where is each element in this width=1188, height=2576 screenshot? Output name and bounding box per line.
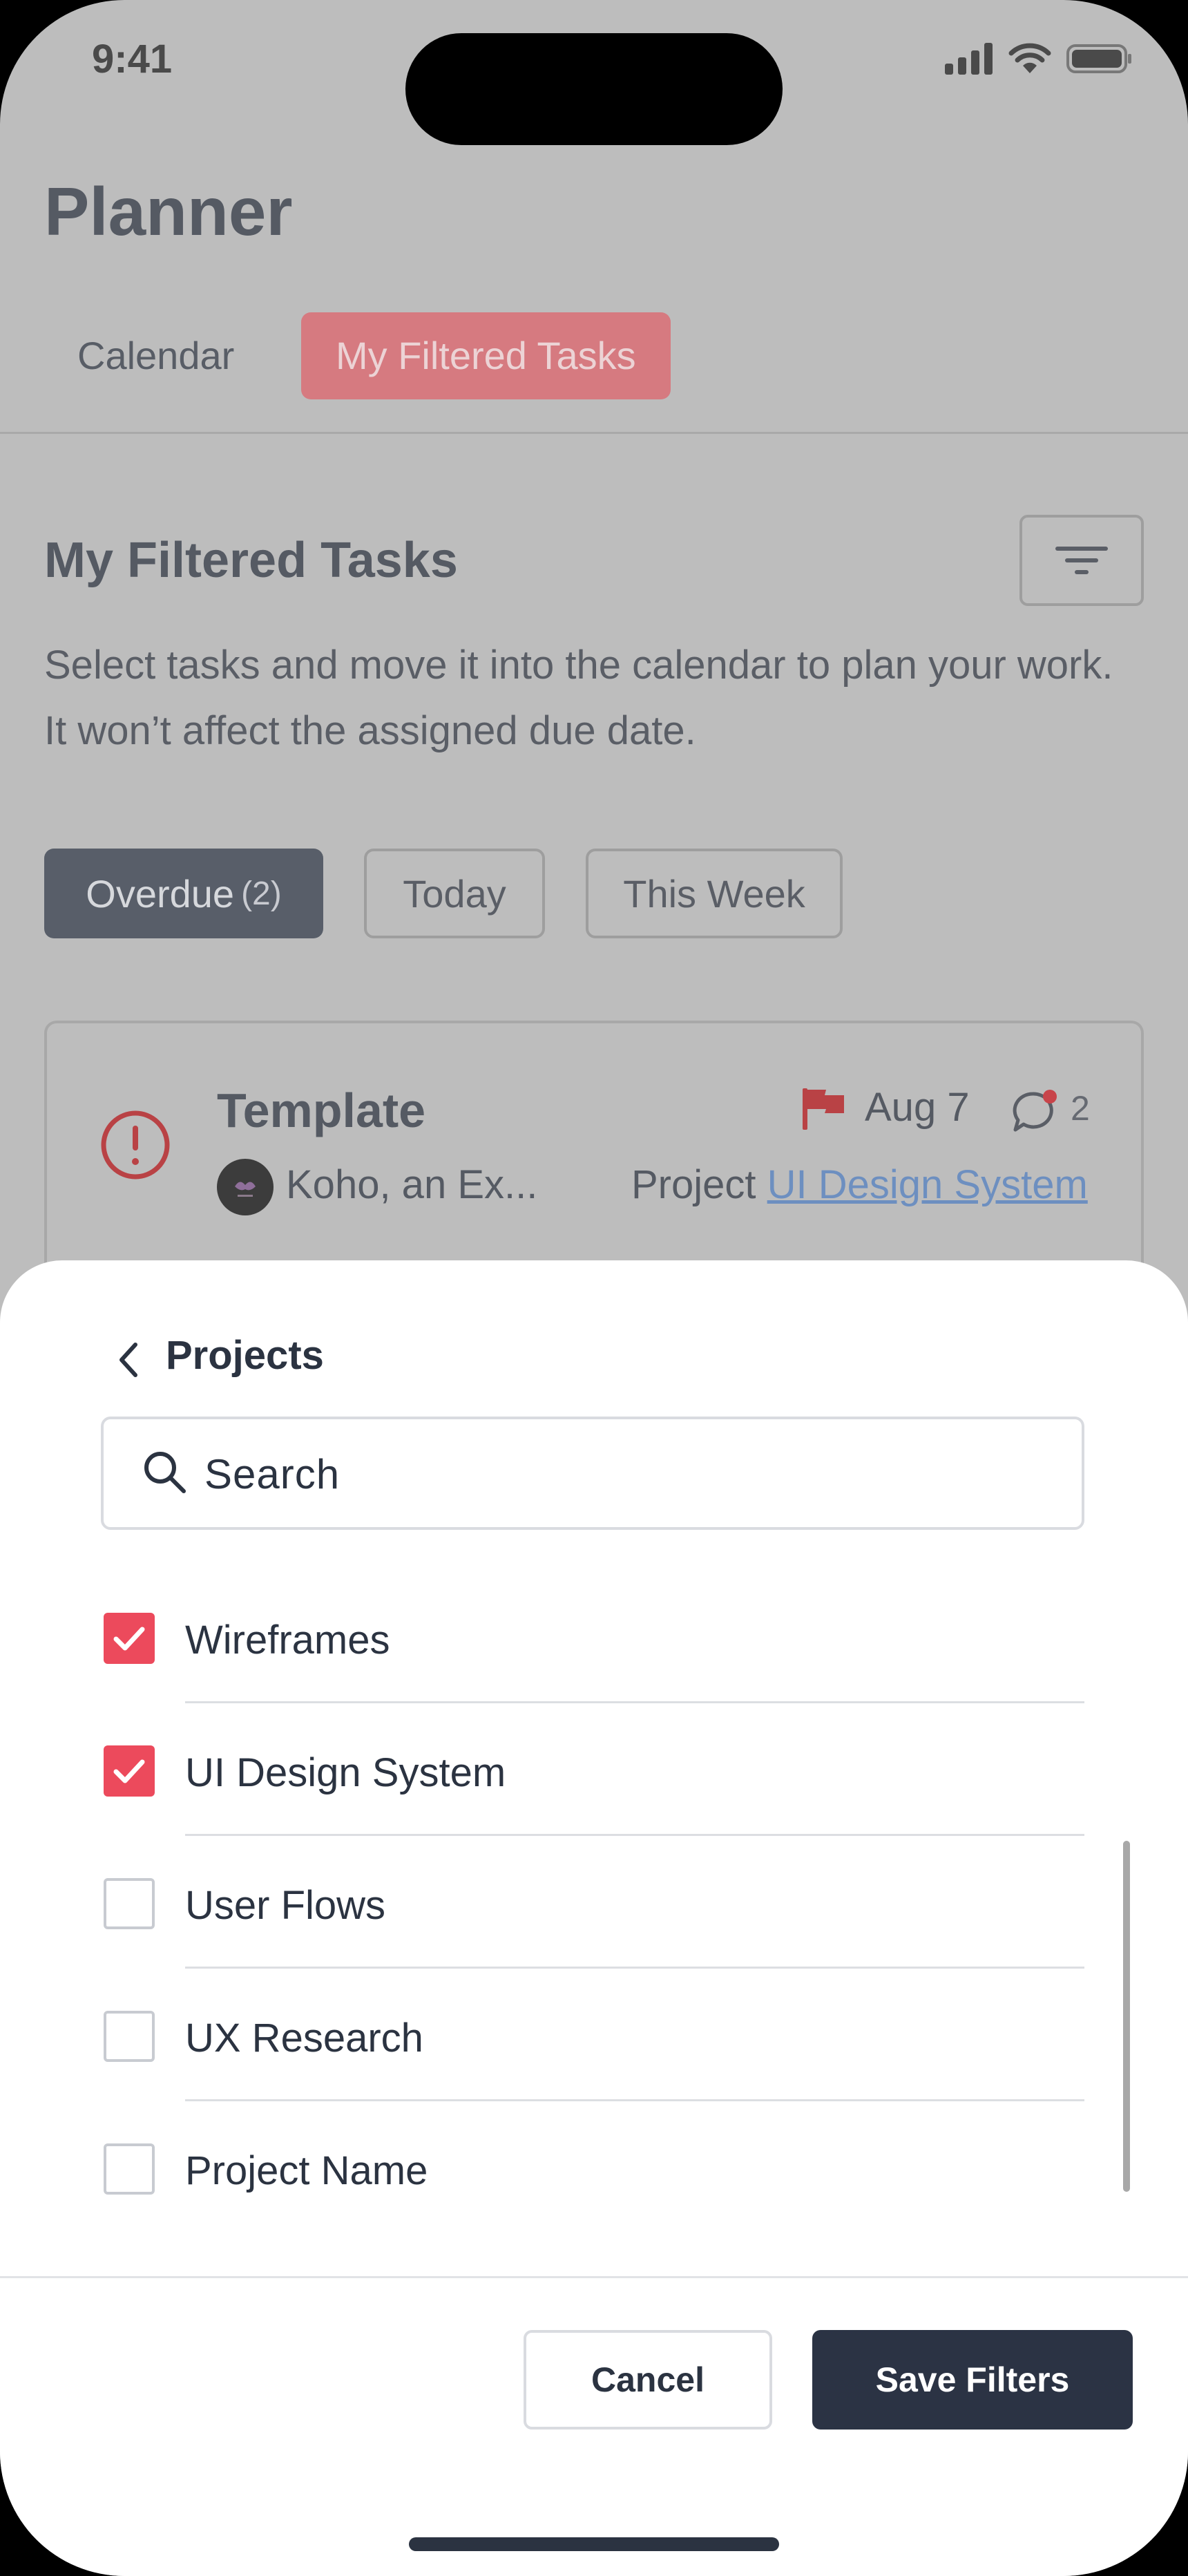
filter-button[interactable] bbox=[1019, 515, 1144, 606]
task-title: Template bbox=[217, 1083, 426, 1137]
scrollbar[interactable] bbox=[1123, 1841, 1130, 2192]
checkbox-checked[interactable] bbox=[104, 1745, 155, 1797]
search-input[interactable] bbox=[203, 1419, 1035, 1528]
checkbox-unchecked[interactable] bbox=[104, 2143, 155, 2195]
projects-sheet: Projects Wireframes UI bbox=[0, 1260, 1188, 2576]
project-item-wireframes[interactable]: Wireframes bbox=[104, 1570, 1084, 1703]
footer-divider bbox=[0, 2276, 1188, 2278]
tab-calendar[interactable]: Calendar bbox=[44, 312, 269, 399]
task-due-date: Aug 7 bbox=[865, 1085, 970, 1130]
checkbox-unchecked[interactable] bbox=[104, 1878, 155, 1929]
signal-icon bbox=[945, 43, 993, 75]
battery-icon bbox=[1066, 44, 1131, 73]
app-title: Planner bbox=[44, 173, 293, 249]
save-filters-button[interactable]: Save Filters bbox=[812, 2330, 1133, 2430]
checkbox-unchecked[interactable] bbox=[104, 2011, 155, 2062]
status-icons bbox=[945, 43, 1133, 75]
checkmark-icon bbox=[113, 1627, 145, 1651]
project-item-label: UX Research bbox=[185, 2016, 423, 2061]
avatar bbox=[217, 1159, 274, 1215]
header-divider bbox=[0, 432, 1188, 434]
phone-screen: 9:41 Planner Calendar My Filtered Tasks … bbox=[0, 0, 1188, 2576]
project-item-ux-research[interactable]: UX Research bbox=[104, 1968, 1084, 2101]
task-comment-count: 2 bbox=[1071, 1089, 1090, 1128]
project-item-label: Project Name bbox=[185, 2148, 428, 2193]
task-project-link[interactable]: UI Design System bbox=[767, 1162, 1088, 1207]
task-card[interactable]: Template Koho, an Ex... Aug 7 2 Project … bbox=[44, 1021, 1144, 1297]
home-indicator bbox=[409, 2537, 779, 2551]
avatar-logo-icon bbox=[235, 1182, 256, 1197]
project-item-label: UI Design System bbox=[185, 1750, 506, 1795]
alert-icon bbox=[101, 1110, 170, 1180]
search-field[interactable] bbox=[101, 1417, 1084, 1530]
chip-overdue-count: (2) bbox=[241, 875, 282, 912]
project-item-user-flows[interactable]: User Flows bbox=[104, 1835, 1084, 1969]
section-title: My Filtered Tasks bbox=[44, 533, 458, 588]
section-description: Select tasks and move it into the calend… bbox=[44, 643, 1113, 753]
status-time: 9:41 bbox=[92, 37, 173, 82]
task-assignee: Koho, an Ex... bbox=[286, 1162, 538, 1207]
wifi-icon bbox=[1008, 43, 1051, 73]
chip-overdue-label: Overdue bbox=[86, 871, 235, 916]
search-icon bbox=[144, 1452, 186, 1493]
chip-today[interactable]: Today bbox=[364, 849, 545, 938]
checkbox-checked[interactable] bbox=[104, 1613, 155, 1664]
task-project: Project UI Design System bbox=[631, 1162, 1088, 1208]
project-item-project-name[interactable]: Project Name bbox=[104, 2101, 1084, 2233]
dynamic-island bbox=[405, 33, 783, 145]
chip-overdue[interactable]: Overdue (2) bbox=[44, 849, 323, 938]
filter-icon bbox=[1055, 547, 1108, 574]
project-item-label: User Flows bbox=[185, 1883, 386, 1928]
checkmark-icon bbox=[113, 1759, 145, 1783]
flag-icon bbox=[803, 1088, 844, 1130]
project-item-ui-design-system[interactable]: UI Design System bbox=[104, 1703, 1084, 1836]
sheet-title: Projects bbox=[166, 1333, 324, 1378]
chevron-left-icon[interactable] bbox=[116, 1342, 141, 1378]
tab-my-filtered-tasks[interactable]: My Filtered Tasks bbox=[301, 312, 671, 399]
comment-icon bbox=[1013, 1090, 1057, 1132]
project-item-label: Wireframes bbox=[185, 1618, 390, 1663]
cancel-button[interactable]: Cancel bbox=[524, 2330, 772, 2430]
task-project-prefix: Project bbox=[631, 1162, 756, 1207]
chip-this-week[interactable]: This Week bbox=[586, 849, 843, 938]
